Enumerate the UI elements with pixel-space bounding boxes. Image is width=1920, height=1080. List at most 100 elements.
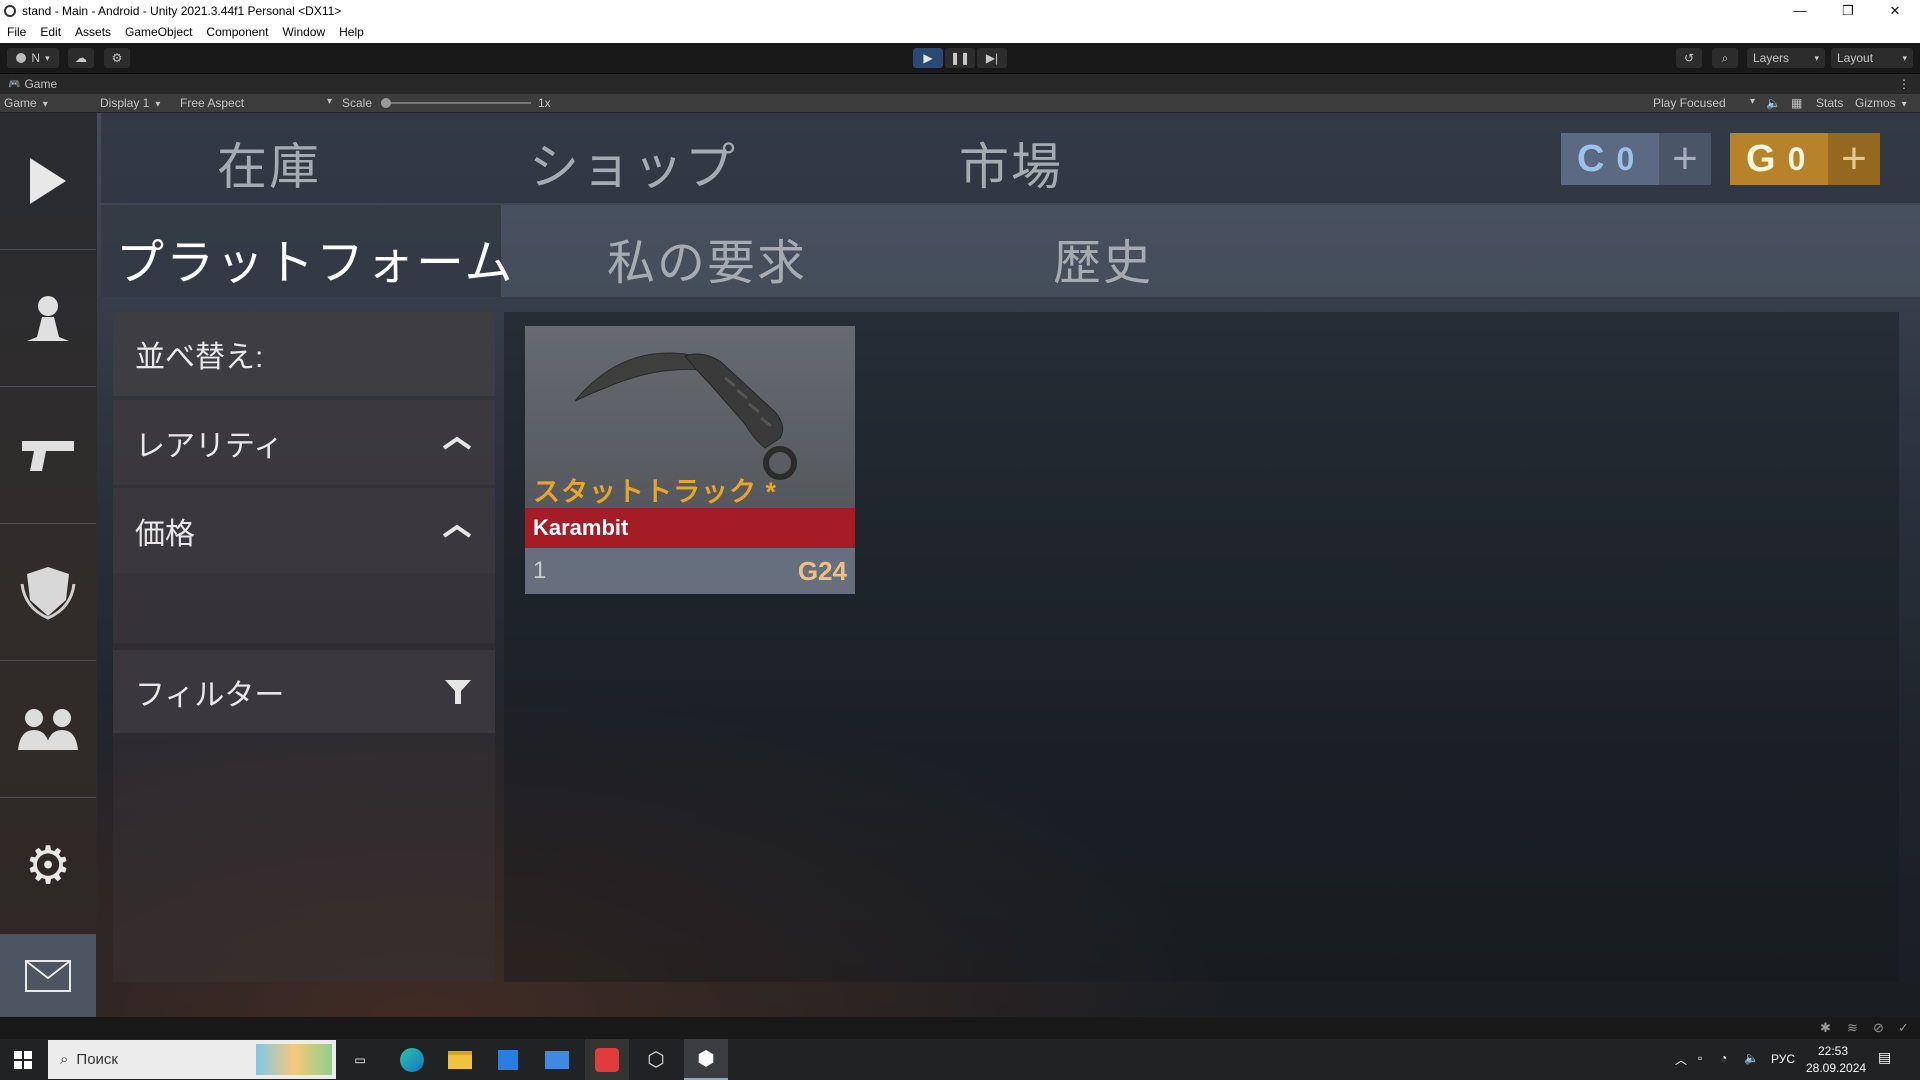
history-icon[interactable]: ↺ [1676,48,1702,68]
task-view-icon[interactable]: ▭ [342,1039,378,1080]
menu-edit[interactable]: Edit [33,25,68,39]
funnel-icon [445,679,471,704]
store-icon[interactable] [486,1039,530,1080]
check-icon[interactable]: ✓ [1898,1020,1909,1036]
item-footer: 1 G24 [525,548,855,594]
menu-help[interactable]: Help [332,25,371,39]
window-title-bar: stand - Main - Android - Unity 2021.3.44… [0,0,1920,21]
kebab-menu-icon[interactable]: ⋮ [1898,77,1910,91]
layers-icon[interactable]: ≋ [1847,1020,1858,1036]
menu-window[interactable]: Window [275,25,332,39]
menu-file[interactable]: File [0,25,33,39]
mail-app-icon[interactable] [535,1039,579,1080]
bug-icon[interactable]: ✱ [1820,1020,1831,1036]
side-item-play[interactable] [0,113,96,250]
account-dropdown[interactable]: N ▾ [7,48,59,68]
stats-button[interactable]: Stats [1816,96,1843,110]
sort-price-button[interactable]: 価格 [113,488,495,573]
play-button[interactable]: ▶ [913,48,943,68]
clock-date[interactable]: 28.09.2024 [1806,1061,1866,1075]
edge-icon[interactable] [390,1039,434,1080]
filter-button[interactable]: フィルター [113,650,495,733]
side-item-weapons[interactable] [0,387,96,524]
cloud-icon[interactable]: ☁ [68,48,94,68]
tab-platform[interactable]: プラットフォーム [116,223,515,293]
tab-shop[interactable]: ショップ [529,127,737,199]
scale-label: Scale [342,96,373,110]
play-mode-label: Play Focused [1653,96,1726,110]
person-icon [27,296,69,341]
minimize-icon[interactable]: — [1777,0,1823,21]
market-sub-nav: プラットフォーム 私の要求 歴史 [101,205,1920,297]
pause-button[interactable]: ❚❚ [945,48,975,68]
menu-assets[interactable]: Assets [68,25,118,39]
wifi-icon[interactable]: ◔ [1720,1051,1727,1065]
display-dropdown[interactable]: Display 1 [100,96,160,110]
grid-icon[interactable]: ▦ [1791,96,1802,110]
window-title: stand - Main - Android - Unity 2021.3.44… [22,3,342,18]
aspect-dropdown[interactable]: Free Aspect ▾ [180,96,332,110]
pistol-icon [22,441,74,471]
menu-gameobject[interactable]: GameObject [118,25,199,39]
item-name: Karambit [525,508,855,548]
listing-card[interactable]: スタットトラック * Karambit 1 G24 [525,326,855,594]
side-item-profile[interactable] [0,250,96,387]
mute-icon[interactable]: ⊘ [1873,1020,1884,1036]
sort-label: 並べ替え: [135,341,264,374]
chevron-down-icon: ▾ [45,52,50,63]
step-button[interactable]: ▶| [977,48,1007,68]
app-red-icon[interactable] [585,1039,629,1080]
side-item-settings[interactable]: ⚙ [0,798,96,935]
scale-value: 1x [538,96,551,110]
price-label: 価格 [135,517,195,551]
layout-dropdown[interactable]: Layout ▾ [1831,48,1913,68]
windows-start-button[interactable] [0,1039,46,1080]
notifications-icon[interactable]: ▤ [1878,1049,1891,1066]
add-silver-button[interactable]: + [1659,133,1711,185]
language-indicator[interactable]: РУС [1771,1052,1795,1066]
side-item-mail[interactable] [0,935,96,1017]
file-explorer-icon[interactable] [438,1039,482,1080]
clock-time[interactable]: 22:53 [1818,1044,1848,1058]
side-menu: ⚙ [0,113,97,1017]
tab-history[interactable]: 歴史 [1053,223,1153,293]
scale-slider-handle[interactable] [381,98,391,108]
windows-logo-icon [14,1050,32,1069]
tab-my-requests[interactable]: 私の要求 [607,223,807,293]
search-highlight-image [256,1044,332,1075]
tab-market[interactable]: 市場 [959,127,1063,199]
scale-slider-track[interactable] [381,102,531,104]
pause-icon: ❚❚ [949,51,971,65]
unity-editor-icon[interactable]: ⬢ [684,1039,728,1080]
tab-game[interactable]: Game [24,77,57,91]
close-icon[interactable]: ✕ [1872,0,1918,21]
chevron-up-icon[interactable]: ︿ [1675,1051,1687,1068]
speaker-icon[interactable]: 🔈 [1766,96,1781,110]
collab-icon[interactable]: ⚙ [104,48,130,68]
add-gold-button[interactable]: + [1828,133,1880,185]
side-item-friends[interactable] [0,661,96,798]
side-item-clan[interactable] [0,524,96,661]
play-mode-dropdown[interactable]: Play Focused ▾ [1653,96,1755,110]
view-dropdown[interactable]: Game [4,96,88,110]
sort-rarity-button[interactable]: レアリティ [113,400,495,485]
camera-icon[interactable]: ▫ [1698,1051,1702,1065]
unity-hub-icon[interactable]: ⬡ [634,1039,678,1080]
unity-icon [4,4,16,17]
tab-inventory[interactable]: 在庫 [217,127,321,199]
chevron-up-icon [442,524,472,538]
menu-component[interactable]: Component [199,25,275,39]
game-tab-row: 🎮 Game ⋮ [0,74,1920,94]
search-icon: ⌕ [60,1051,69,1068]
gold-coin-icon: G [1746,137,1776,180]
chevron-down-icon: ▾ [326,96,332,107]
layers-dropdown[interactable]: Layers ▾ [1747,48,1825,68]
search-icon[interactable]: ⌕ [1712,48,1738,68]
layers-label: Layers [1753,51,1790,65]
restore-icon[interactable]: ❐ [1825,0,1871,21]
volume-icon[interactable]: 🔈 [1744,1051,1759,1065]
sort-header: 並べ替え: [113,312,495,396]
taskbar-search[interactable]: ⌕ Поиск [48,1040,336,1079]
play-icon [30,158,66,204]
gizmos-dropdown[interactable]: Gizmos [1855,96,1907,110]
